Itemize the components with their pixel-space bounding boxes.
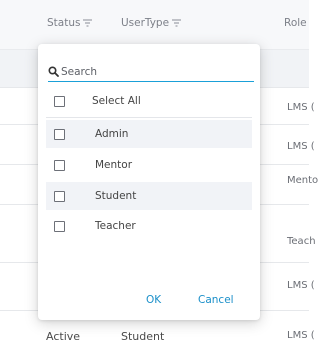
usertype-cell: Student bbox=[121, 330, 165, 343]
option-mentor[interactable]: Mentor bbox=[46, 151, 252, 179]
filter-icon[interactable] bbox=[172, 19, 182, 27]
role-cell: LMS ( bbox=[287, 141, 315, 152]
cancel-button[interactable]: Cancel bbox=[198, 294, 234, 306]
option-student[interactable]: Student bbox=[46, 182, 252, 210]
select-all-option[interactable]: Select All bbox=[46, 87, 252, 115]
column-header-label: Status bbox=[47, 17, 81, 29]
ok-button[interactable]: OK bbox=[146, 294, 161, 306]
role-cell: LMS ( bbox=[287, 102, 315, 113]
option-checkbox[interactable] bbox=[54, 159, 65, 171]
select-all-checkbox[interactable] bbox=[54, 95, 65, 107]
option-checkbox[interactable] bbox=[54, 128, 65, 140]
option-teacher[interactable]: Teacher bbox=[46, 212, 252, 240]
table-header: Status UserType Role bbox=[0, 0, 309, 50]
column-header-label: Role bbox=[284, 17, 307, 29]
column-header-status[interactable]: Status bbox=[47, 17, 93, 29]
search-input[interactable] bbox=[61, 65, 241, 78]
status-cell: Active bbox=[46, 330, 81, 343]
role-cell: Mento bbox=[287, 175, 319, 186]
column-header-usertype[interactable]: UserType bbox=[121, 17, 182, 29]
filter-icon[interactable] bbox=[83, 19, 93, 27]
column-header-label: UserType bbox=[121, 17, 170, 29]
option-checkbox[interactable] bbox=[54, 190, 65, 202]
role-cell: LMS ( bbox=[287, 280, 315, 291]
search-field[interactable] bbox=[48, 62, 254, 82]
column-header-role[interactable]: Role bbox=[284, 17, 307, 29]
usertype-filter-dropdown: Select All Admin Mentor Student Teacher … bbox=[38, 44, 260, 320]
option-label: Teacher bbox=[95, 220, 136, 232]
search-icon bbox=[48, 66, 59, 77]
option-label: Student bbox=[95, 190, 137, 202]
option-admin[interactable]: Admin bbox=[46, 120, 252, 148]
role-cell: Teach bbox=[287, 236, 316, 247]
divider bbox=[46, 117, 252, 118]
option-checkbox[interactable] bbox=[54, 220, 65, 232]
select-all-label: Select All bbox=[92, 95, 141, 107]
role-cell: LMS ( bbox=[287, 330, 315, 341]
option-label: Admin bbox=[95, 128, 129, 140]
option-label: Mentor bbox=[95, 159, 133, 171]
